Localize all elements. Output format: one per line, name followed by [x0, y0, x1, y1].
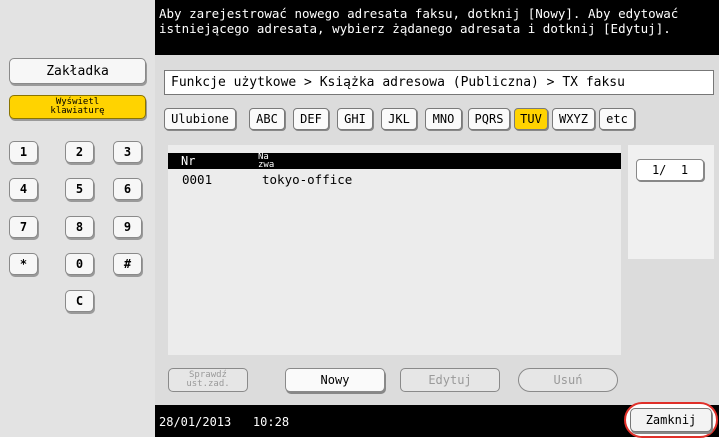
- key-4[interactable]: 4: [9, 178, 38, 200]
- edit-button[interactable]: Edytuj: [400, 368, 500, 392]
- page-indicator[interactable]: 1/ 1: [636, 159, 704, 181]
- key-0[interactable]: 0: [65, 253, 94, 275]
- tab-jkl[interactable]: JKL: [381, 108, 417, 130]
- row-number: 0001: [182, 172, 213, 187]
- tab-abc[interactable]: ABC: [249, 108, 285, 130]
- tab-def[interactable]: DEF: [293, 108, 329, 130]
- left-panel: Zakładka Wyświetl klawiaturę 1 2 3 4 5 6…: [0, 0, 155, 437]
- delete-button[interactable]: Usuń: [518, 368, 618, 392]
- close-button[interactable]: Zamknij: [630, 408, 712, 432]
- message-bar: Aby zarejestrować nowego adresata faksu,…: [155, 0, 719, 55]
- key-2[interactable]: 2: [65, 141, 94, 163]
- tab-tuv[interactable]: TUV: [514, 108, 548, 130]
- key-7[interactable]: 7: [9, 216, 38, 238]
- tab-favorites[interactable]: Ulubione: [164, 108, 236, 130]
- tab-mno[interactable]: MNO: [425, 108, 462, 130]
- key-clear[interactable]: C: [65, 290, 94, 312]
- show-keyboard-button[interactable]: Wyświetl klawiaturę: [9, 95, 146, 119]
- tab-pqrs[interactable]: PQRS: [468, 108, 510, 130]
- key-hash[interactable]: #: [113, 253, 142, 275]
- column-name: Na zwa: [258, 152, 275, 170]
- date-time: 28/01/2013 10:28: [159, 415, 290, 429]
- key-star[interactable]: *: [9, 253, 38, 275]
- list-item[interactable]: 0001 tokyo-office: [168, 170, 621, 188]
- status-bar: 28/01/2013 10:28 Zamknij: [155, 402, 719, 438]
- new-button[interactable]: Nowy: [285, 368, 385, 392]
- key-8[interactable]: 8: [65, 216, 94, 238]
- address-list: Nr Na zwa 0001 tokyo-office: [168, 145, 621, 355]
- list-header: Nr Na zwa: [168, 152, 621, 170]
- key-5[interactable]: 5: [65, 178, 94, 200]
- tab-ghi[interactable]: GHI: [337, 108, 373, 130]
- tab-etc[interactable]: etc: [599, 108, 635, 130]
- check-settings-label: Sprawdź ust.zad.: [186, 370, 230, 389]
- row-name: tokyo-office: [262, 172, 353, 187]
- close-highlight: Zamknij: [624, 402, 718, 438]
- column-nr: Nr: [181, 154, 196, 168]
- check-settings-button[interactable]: Sprawdź ust.zad.: [168, 368, 248, 392]
- pager-panel: 1/ 1: [628, 145, 714, 259]
- tab-wxyz[interactable]: WXYZ: [552, 108, 595, 130]
- key-1[interactable]: 1: [9, 141, 38, 163]
- key-9[interactable]: 9: [113, 216, 142, 238]
- key-3[interactable]: 3: [113, 141, 142, 163]
- instruction-message: Aby zarejestrować nowego adresata faksu,…: [159, 6, 679, 36]
- bookmark-button[interactable]: Zakładka: [9, 58, 146, 84]
- show-keyboard-label: Wyświetl klawiaturę: [50, 97, 105, 116]
- key-6[interactable]: 6: [113, 178, 142, 200]
- main-area: Funkcje użytkowe > Książka adresowa (Pub…: [155, 55, 719, 405]
- breadcrumb: Funkcje użytkowe > Książka adresowa (Pub…: [164, 70, 714, 95]
